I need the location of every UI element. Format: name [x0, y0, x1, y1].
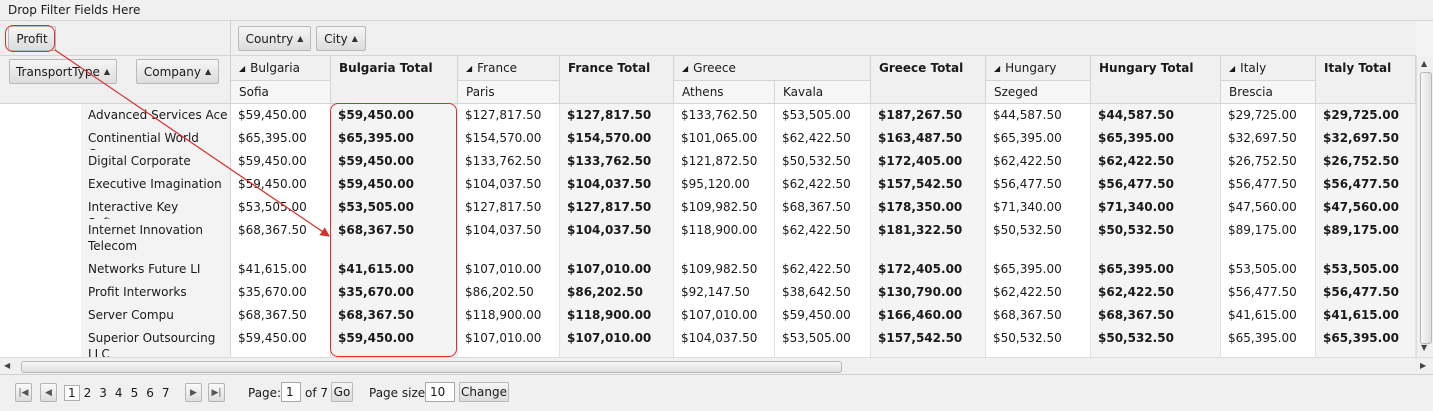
scroll-left-icon[interactable]: ◀: [4, 361, 10, 370]
page-link-current[interactable]: 1: [64, 384, 80, 401]
scroll-right-icon[interactable]: ▶: [1420, 361, 1426, 370]
page-link[interactable]: 4: [111, 386, 127, 400]
vertical-scrollbar[interactable]: ▲ ▼: [1416, 56, 1433, 357]
page-label: Page:: [248, 386, 282, 400]
page-input[interactable]: 1: [281, 382, 301, 402]
page-size-label: Page size:: [369, 386, 430, 400]
pager-bar: |◀ ◀ 1 2 3 4 5 6 7 ▶ ▶| Page: 1 of 7 Go …: [0, 374, 1433, 411]
page-link[interactable]: 2: [80, 386, 96, 400]
next-page-icon[interactable]: ▶: [185, 383, 202, 402]
horizontal-scrollbar[interactable]: ◀ ▶: [0, 357, 1433, 374]
horizontal-scroll-thumb[interactable]: [21, 361, 842, 373]
page-link[interactable]: 7: [158, 386, 174, 400]
of-pages-label: of 7: [305, 386, 329, 400]
vertical-scroll-thumb[interactable]: [1420, 72, 1432, 344]
change-button[interactable]: Change: [459, 382, 509, 402]
page-link[interactable]: 6: [142, 386, 158, 400]
first-page-icon[interactable]: |◀: [15, 383, 32, 402]
go-button[interactable]: Go: [331, 382, 353, 402]
previous-page-icon[interactable]: ◀: [40, 383, 57, 402]
scroll-down-icon[interactable]: ▼: [1421, 343, 1427, 352]
annotation-arrow: [54, 49, 330, 237]
scroll-up-icon[interactable]: ▲: [1421, 59, 1427, 68]
last-page-icon[interactable]: ▶|: [208, 383, 225, 402]
page-size-input[interactable]: 10: [425, 382, 455, 402]
page-link[interactable]: 5: [127, 386, 143, 400]
page-link[interactable]: 3: [95, 386, 111, 400]
